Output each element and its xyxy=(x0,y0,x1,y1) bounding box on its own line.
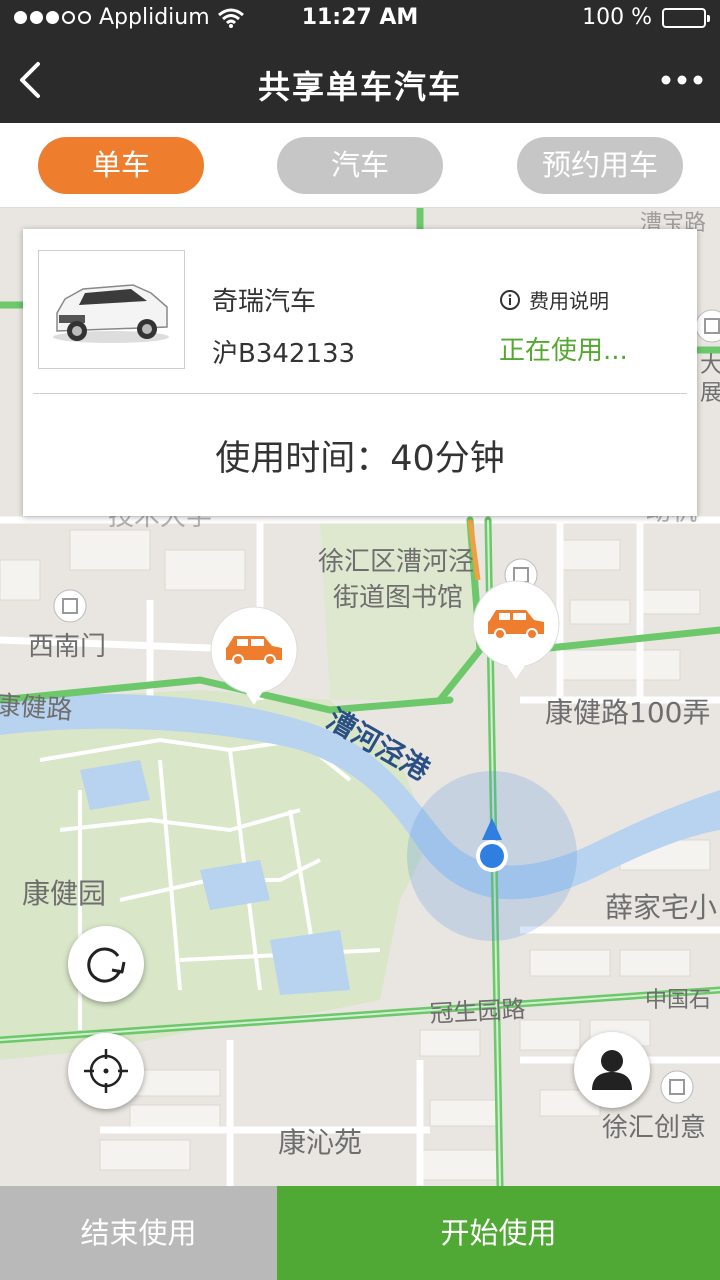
battery-icon xyxy=(662,7,710,28)
vehicle-type-tabs: 单车 汽车 预约用车 xyxy=(0,123,720,208)
card-divider xyxy=(33,393,687,394)
fee-info-link[interactable]: 费用说明 xyxy=(499,285,609,314)
map-label-kangjian-park: 康健园 xyxy=(22,877,106,910)
end-use-button[interactable]: 结束使用 xyxy=(0,1186,277,1280)
nav-bar: 共享单车汽车 xyxy=(0,36,720,123)
vehicle-plate: 沪B342133 xyxy=(212,339,356,369)
usage-status: 正在使用... xyxy=(499,336,628,366)
start-use-button[interactable]: 开始使用 xyxy=(277,1186,720,1280)
map-label-china-partial: 中国石 xyxy=(645,988,711,1013)
map-label-museum-2: 展厅 xyxy=(700,381,720,406)
suv-image-icon xyxy=(53,284,169,343)
user-icon xyxy=(592,1050,632,1090)
vehicle-name: 奇瑞汽车 xyxy=(212,287,317,317)
vehicle-thumbnail xyxy=(38,250,185,369)
map-label-kangjian-road-left: 康健路 xyxy=(0,691,74,726)
map-label-kangjian-road-right: 康健路100弄 xyxy=(545,696,710,729)
tab-reserve[interactable]: 预约用车 xyxy=(517,137,683,194)
map-label-library-1: 徐汇区漕河泾 xyxy=(318,547,474,577)
more-dots-icon[interactable] xyxy=(660,66,704,94)
bottom-action-bar: 结束使用 开始使用 xyxy=(0,1186,720,1280)
battery-group: 100 % xyxy=(582,5,710,30)
locate-button[interactable] xyxy=(68,1033,144,1109)
fee-info-label: 费用说明 xyxy=(529,289,609,313)
battery-percent: 100 % xyxy=(582,5,652,30)
user-profile-button[interactable] xyxy=(574,1032,650,1108)
refresh-icon xyxy=(87,947,126,983)
vehicle-card: 奇瑞汽车 沪B342133 费用说明 正在使用... 使用时间：40分钟 xyxy=(23,229,697,516)
map-label-southwest-gate: 西南门 xyxy=(28,632,106,662)
map-label-kangqin-garden: 康沁苑 xyxy=(278,1126,362,1159)
refresh-button[interactable] xyxy=(68,926,144,1002)
map-label-xuhui-creative: 徐汇创意 xyxy=(602,1113,706,1143)
info-icon xyxy=(500,289,520,310)
map-label-guansheng-road: 冠生园路 xyxy=(429,995,526,1028)
page-title: 共享单车汽车 xyxy=(257,68,462,106)
gate-poi-icon xyxy=(53,589,87,623)
building-poi-icon xyxy=(660,1070,694,1104)
map-label-library-2: 街道图书馆 xyxy=(333,583,463,613)
map-label-museum-1: 大国 xyxy=(700,353,720,378)
status-bar: Applidium 11:27 AM 100 % xyxy=(0,0,720,36)
crosshair-icon xyxy=(84,1049,128,1093)
tab-car[interactable]: 汽车 xyxy=(277,137,443,194)
tab-bike[interactable]: 单车 xyxy=(38,137,204,194)
usage-time: 使用时间：40分钟 xyxy=(215,439,505,479)
map-label-xuejiazhai: 薛家宅小 xyxy=(605,891,717,924)
